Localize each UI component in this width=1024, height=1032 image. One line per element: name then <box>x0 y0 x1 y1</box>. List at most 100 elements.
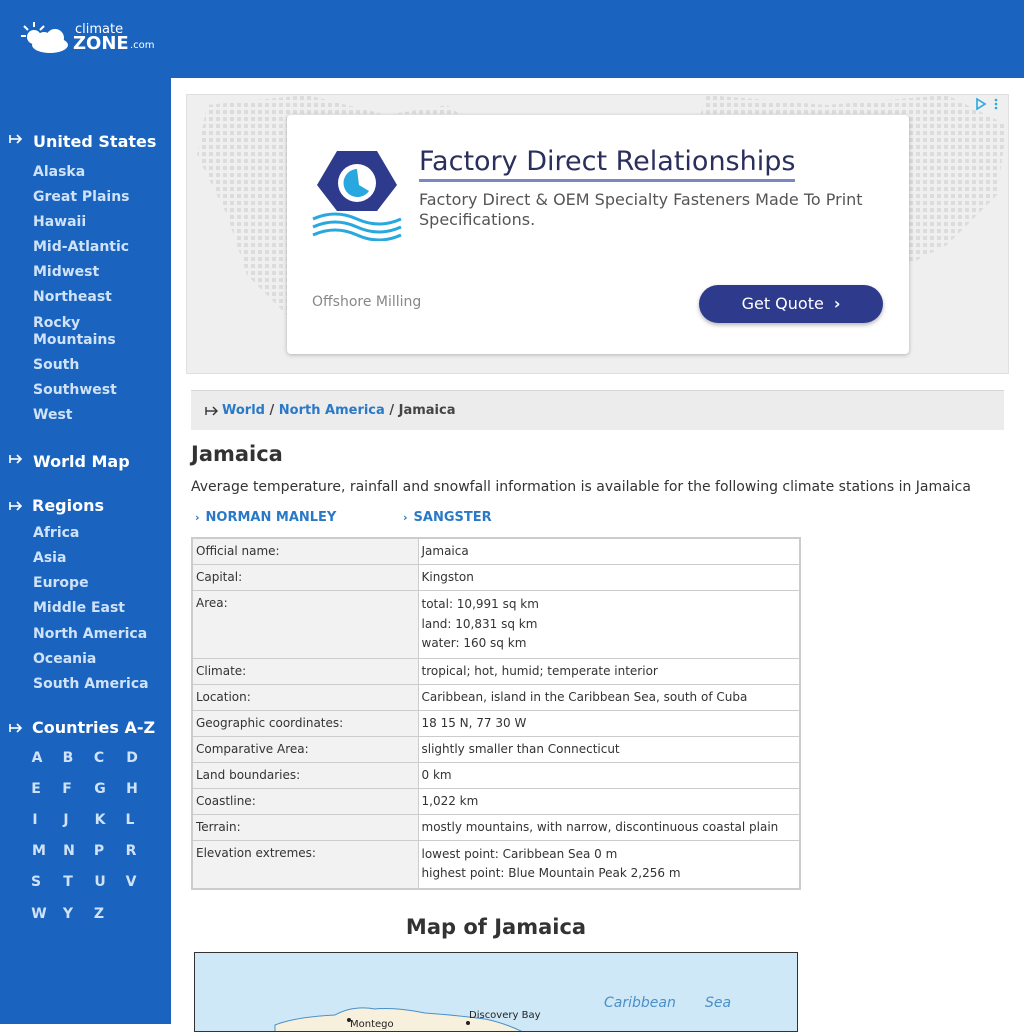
sidebar-item-great-plains[interactable]: Great Plains <box>33 189 163 206</box>
fact-value: mostly mountains, with narrow, discontin… <box>421 819 779 834</box>
sidebar-item-middle-east[interactable]: Middle East <box>33 600 163 617</box>
fact-value: tropical; hot, humid; temperate interior <box>421 663 658 678</box>
letter-link-m[interactable]: M <box>31 843 47 859</box>
letter-link-k[interactable]: K <box>92 812 108 828</box>
sidebar-item-europe[interactable]: Europe <box>33 575 163 592</box>
sidebar-item-oceania[interactable]: Oceania <box>33 651 163 668</box>
letter-link-v[interactable]: V <box>123 874 139 890</box>
sidebar-heading-world-map[interactable]: World Map <box>33 452 130 471</box>
hex-nut-logo-icon <box>312 151 402 241</box>
breadcrumb-north-america[interactable]: North America <box>279 403 385 418</box>
fact-key-cell: Land boundaries: <box>191 761 419 789</box>
arrow-right-icon <box>9 134 23 144</box>
get-quote-button[interactable]: Get Quote › <box>699 285 883 323</box>
fact-key: Elevation extremes: <box>196 845 316 860</box>
fact-key-cell: Elevation extremes: <box>191 839 419 889</box>
sidebar-heading-countries-az[interactable]: Countries A-Z <box>32 718 155 737</box>
letter-link-w[interactable]: W <box>31 906 47 922</box>
station-link-norman-manley[interactable]: › NORMAN MANLEY <box>195 510 336 525</box>
facts-row: Capital: Kingston <box>191 564 801 591</box>
sidebar-heading-united-states[interactable]: United States <box>33 132 156 151</box>
letter-link-g[interactable]: G <box>92 781 108 797</box>
facts-row: Climate: tropical; hot, humid; temperate … <box>191 657 801 685</box>
letter-link-t[interactable]: T <box>60 874 76 890</box>
station-link-sangster[interactable]: › SANGSTER <box>403 510 492 525</box>
ad-choices-icon[interactable] <box>974 97 1002 111</box>
sidebar-item-rocky-mountains[interactable]: Rocky Mountains <box>33 315 123 349</box>
chevron-right-icon: › <box>403 511 408 524</box>
site-header: climate ZONE .com <box>0 0 1024 78</box>
letter-link-l[interactable]: L <box>122 812 138 828</box>
facts-row: Official name: Jamaica <box>191 537 801 565</box>
fact-value: water: 160 sq km <box>421 636 527 650</box>
fact-value-cell: slightly smaller than Connecticut <box>417 735 801 763</box>
facts-row: Geographic coordinates: 18 15 N, 77 30 W <box>191 709 801 737</box>
letter-link-y[interactable]: Y <box>60 906 76 922</box>
sidebar-item-alaska[interactable]: Alaska <box>33 164 163 181</box>
letter-link-u[interactable]: U <box>92 874 108 890</box>
breadcrumb-world[interactable]: World <box>222 403 265 418</box>
sidebar-item-midwest[interactable]: Midwest <box>33 264 163 281</box>
jamaica-map[interactable]: Montego Discovery Bay Caribbean Sea <box>194 952 798 1032</box>
letter-link-z[interactable]: Z <box>91 906 107 922</box>
fact-key: Capital: <box>196 570 243 584</box>
fact-value-cell: mostly mountains, with narrow, discontin… <box>417 813 801 841</box>
fact-value-cell: Kingston <box>417 564 801 591</box>
sidebar-item-south-america[interactable]: South America <box>33 676 163 693</box>
ad-title[interactable]: Factory Direct Relationships <box>419 145 796 182</box>
fact-value-cell: Jamaica <box>417 537 801 565</box>
sidebar-item-southwest[interactable]: Southwest <box>33 382 163 399</box>
facts-row: Comparative Area: slightly smaller than C… <box>191 735 801 763</box>
fact-value-cell: total: 10,991 sq km land: 10,831 sq km wat… <box>417 590 801 659</box>
sidebar-item-north-america[interactable]: North America <box>33 626 163 643</box>
fact-key-cell: Area: <box>191 590 419 659</box>
letter-link-h[interactable]: H <box>124 781 140 797</box>
letter-link-b[interactable]: B <box>60 750 76 766</box>
facts-table-body: Official name: Jamaica Capital: Kingston Are… <box>191 537 801 889</box>
sidebar-item-africa[interactable]: Africa <box>33 525 163 542</box>
sidebar-item-south[interactable]: South <box>33 357 163 374</box>
advertisement-banner[interactable]: Factory Direct Relationships Factory Dir… <box>186 94 1009 374</box>
fact-value: total: 10,991 sq km <box>421 597 539 611</box>
arrow-right-icon <box>9 723 23 733</box>
sidebar-item-asia[interactable]: Asia <box>33 550 163 567</box>
sidebar-heading-regions[interactable]: Regions <box>32 496 104 515</box>
sidebar-item-mid-atlantic[interactable]: Mid-Atlantic <box>33 239 163 256</box>
letter-link-p[interactable]: P <box>91 843 107 859</box>
letter-link-n[interactable]: N <box>61 843 77 859</box>
facts-row: Area: total: 10,991 sq km land: 10,831 sq … <box>191 590 801 659</box>
letter-link-i[interactable]: I <box>27 812 43 828</box>
fact-value-cell: 0 km <box>417 761 801 789</box>
letter-link-a[interactable]: A <box>29 750 45 766</box>
fact-key: Terrain: <box>196 819 241 834</box>
site-logo[interactable]: climate ZONE .com <box>20 18 160 58</box>
letter-link-r[interactable]: R <box>123 843 139 859</box>
letter-link-s[interactable]: S <box>28 874 44 890</box>
fact-value-cell: 18 15 N, 77 30 W <box>417 709 801 737</box>
sidebar-item-northeast[interactable]: Northeast <box>33 289 163 306</box>
sidebar-item-west[interactable]: West <box>33 407 163 424</box>
letter-link-d[interactable]: D <box>124 750 140 766</box>
sidebar-item-hawaii[interactable]: Hawaii <box>33 214 163 231</box>
fact-key-cell: Climate: <box>191 657 419 685</box>
fact-key: Official name: <box>196 544 280 558</box>
page-title: Jamaica <box>191 442 283 466</box>
fact-key-cell: Coastline: <box>191 787 419 815</box>
letter-link-e[interactable]: E <box>28 781 44 797</box>
fact-value-cell: lowest point: Caribbean Sea 0 m highest p… <box>417 839 801 889</box>
breadcrumb-current: Jamaica <box>398 403 456 418</box>
map-title: Map of Jamaica <box>405 915 587 939</box>
ad-card[interactable]: Factory Direct Relationships Factory Dir… <box>287 115 909 354</box>
ad-advertiser[interactable]: Offshore Milling <box>312 294 421 310</box>
breadcrumb: World / North America / Jamaica <box>191 390 1004 430</box>
letter-link-j[interactable]: J <box>58 812 74 828</box>
fact-value: highest point: Blue Mountain Peak 2,256 … <box>421 866 681 880</box>
fact-key: Coastline: <box>196 793 256 808</box>
map-sea-label-sea: Sea <box>705 995 732 1011</box>
breadcrumb-separator: / <box>264 403 279 418</box>
letter-link-f[interactable]: F <box>59 781 75 797</box>
map-town-discovery-bay: Discovery Bay <box>469 1010 541 1021</box>
facts-row: Elevation extremes: lowest point: Caribbe… <box>191 839 801 889</box>
breadcrumb-separator: / <box>384 403 399 418</box>
letter-link-c[interactable]: C <box>91 750 107 766</box>
